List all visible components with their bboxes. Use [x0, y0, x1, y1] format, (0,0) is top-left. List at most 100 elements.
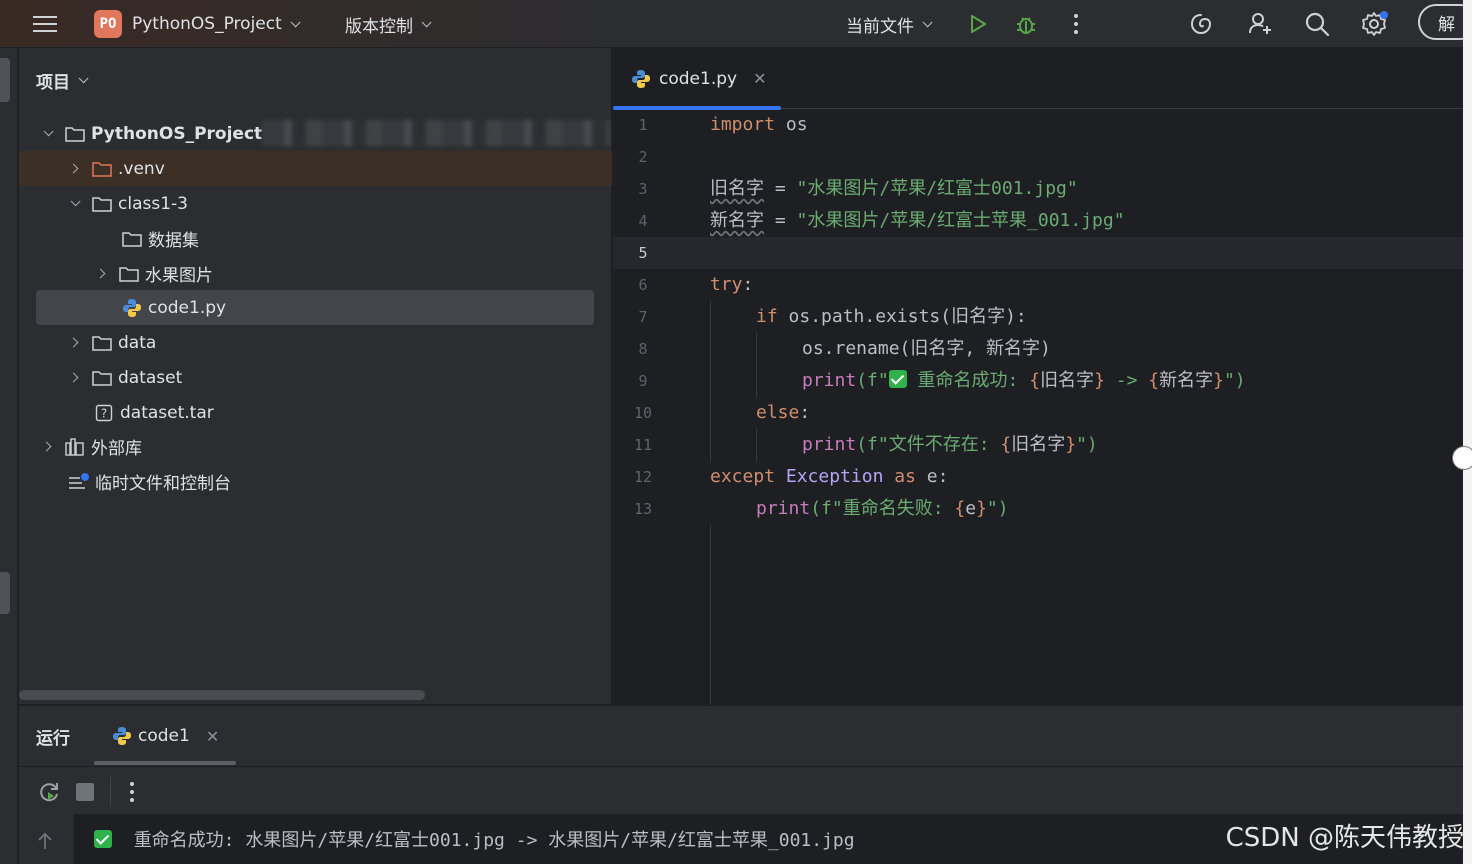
tree-item-code1-py[interactable]: code1.py: [36, 290, 594, 325]
main-menu-icon[interactable]: [25, 0, 65, 48]
keyword-token: else: [756, 402, 800, 423]
blurred-path: [262, 120, 610, 146]
code-line-6[interactable]: try:: [710, 269, 753, 301]
folder-icon: [92, 335, 112, 351]
tree-item-scratches[interactable]: 临时文件和控制台: [19, 464, 612, 499]
tree-item-dataset[interactable]: dataset: [19, 360, 612, 395]
line-number: 13: [633, 500, 653, 518]
settings-gear-icon[interactable]: [1354, 0, 1394, 48]
tree-item-data[interactable]: data: [19, 325, 612, 360]
string-token: ->: [1104, 370, 1149, 391]
code-line-8[interactable]: os.rename(旧名字, 新名字): [802, 333, 1051, 365]
horizontal-scrollbar[interactable]: [19, 690, 425, 700]
line-number: 6: [638, 276, 648, 294]
python-file-icon: [113, 727, 131, 745]
more-actions-icon[interactable]: [1056, 0, 1096, 48]
tree-item-dataset-tar[interactable]: ? dataset.tar: [19, 395, 612, 430]
more-actions-icon[interactable]: [129, 781, 135, 807]
run-config-label: 当前文件: [846, 16, 914, 37]
project-badge: PO: [94, 10, 122, 38]
code-line-7[interactable]: if os.path.exists(旧名字):: [756, 301, 1027, 333]
expand-arrow-icon[interactable]: [70, 196, 81, 207]
debug-icon[interactable]: [1006, 0, 1046, 48]
code-line-4[interactable]: 新名字 = "水果图片/苹果/红富士苹果_001.jpg": [710, 205, 1125, 237]
vcs-menu[interactable]: 版本控制: [345, 0, 432, 48]
toolbar-divider: [110, 777, 111, 805]
keyword-token: as: [894, 466, 916, 487]
code-line-12[interactable]: except Exception as e:: [710, 461, 948, 493]
tree-label: 水果图片: [145, 266, 213, 286]
folder-icon: [119, 266, 139, 282]
keyword-token: if: [756, 306, 778, 327]
close-icon[interactable]: ✕: [206, 727, 219, 746]
tab-code1-py[interactable]: code1.py ✕: [613, 48, 781, 110]
vcs-label: 版本控制: [345, 16, 413, 37]
library-icon: [65, 437, 84, 456]
right-edge-strip: [1463, 0, 1472, 864]
code-line-1[interactable]: import os: [710, 109, 808, 141]
expand-arrow-icon[interactable]: [68, 163, 79, 174]
ai-assistant-icon[interactable]: [1181, 0, 1221, 48]
class-token: Exception: [775, 466, 895, 487]
indent-guide: [756, 429, 757, 461]
tree-label: code1.py: [148, 297, 227, 318]
expand-arrow-icon[interactable]: [41, 441, 52, 452]
project-tool-marker[interactable]: [0, 58, 10, 102]
string-token: "): [986, 498, 1009, 519]
brace-token: }: [976, 498, 987, 519]
code-token: 新名字: [1159, 370, 1214, 391]
variable-token: 旧名字: [710, 178, 764, 199]
tree-item-dataset-cn[interactable]: 数据集: [19, 221, 612, 256]
tree-item-venv[interactable]: .venv: [19, 151, 612, 186]
project-panel-title[interactable]: 项目: [36, 68, 89, 93]
active-run-tab-indicator: [94, 761, 236, 765]
search-icon[interactable]: [1297, 0, 1337, 48]
editor-area: code1.py ✕ 1 2 3 4 5 6 7 8 9 10 11 12 13…: [613, 48, 1463, 705]
run-icon[interactable]: [958, 0, 998, 48]
python-file-icon: [123, 298, 141, 317]
indent-guide: [710, 301, 711, 461]
tree-label: class1-3: [118, 193, 188, 214]
left-tool-strip: [0, 48, 18, 864]
resize-handle[interactable]: [1452, 446, 1472, 470]
line-number: 8: [638, 340, 648, 358]
check-mark-icon: [888, 370, 907, 388]
tree-label: 临时文件和控制台: [95, 474, 231, 494]
string-token: (f"重命名失败:: [810, 498, 955, 519]
run-config-selector[interactable]: 当前文件: [846, 0, 933, 48]
tree-item-external-libs[interactable]: 外部库: [19, 429, 612, 464]
scroll-up-icon[interactable]: [37, 831, 53, 855]
python-file-icon: [632, 69, 650, 88]
stop-icon[interactable]: [76, 783, 94, 801]
code-line-11[interactable]: print(f"文件不存在: {旧名字}"): [802, 429, 1098, 461]
code-token: os: [775, 114, 808, 135]
close-icon[interactable]: ✕: [753, 69, 766, 88]
add-user-icon[interactable]: [1240, 0, 1280, 48]
keyword-token: except: [710, 466, 776, 487]
scratches-icon: [69, 472, 89, 489]
title-bar: PO PythonOS_Project 版本控制 当前文件 解: [0, 0, 1472, 48]
rerun-icon[interactable]: [37, 780, 61, 808]
line-number: 10: [633, 404, 653, 422]
code-line-10[interactable]: else:: [756, 397, 810, 429]
editor-tab-bar: code1.py ✕: [613, 48, 1463, 110]
expand-arrow-icon[interactable]: [68, 337, 79, 348]
code-line-9[interactable]: print(f" 重命名成功: {旧名字} -> {新名字}"): [802, 365, 1246, 397]
tree-item-fruit-images[interactable]: 水果图片: [19, 256, 612, 291]
code-line-3[interactable]: 旧名字 = "水果图片/苹果/红富士001.jpg": [710, 173, 1078, 205]
run-tab-code1[interactable]: code1 ✕: [94, 706, 236, 766]
line-number: 3: [638, 180, 648, 198]
expand-arrow-icon[interactable]: [43, 126, 54, 137]
check-mark-icon: [94, 830, 112, 848]
line-number: 11: [633, 436, 653, 454]
expand-arrow-icon[interactable]: [95, 268, 106, 279]
watermark: CSDN @陈天伟教授: [1225, 823, 1464, 853]
function-token: print: [802, 434, 857, 455]
code-line-13[interactable]: print(f"重命名失败: {e}"): [756, 493, 1009, 525]
run-panel-title: 运行: [36, 729, 70, 749]
expand-arrow-icon[interactable]: [68, 372, 79, 383]
tree-item-class1-3[interactable]: class1-3: [19, 186, 612, 221]
project-switcher[interactable]: PO PythonOS_Project: [94, 0, 301, 48]
tool-window-marker[interactable]: [0, 572, 10, 614]
tree-label: PythonOS_Project: [91, 123, 263, 144]
